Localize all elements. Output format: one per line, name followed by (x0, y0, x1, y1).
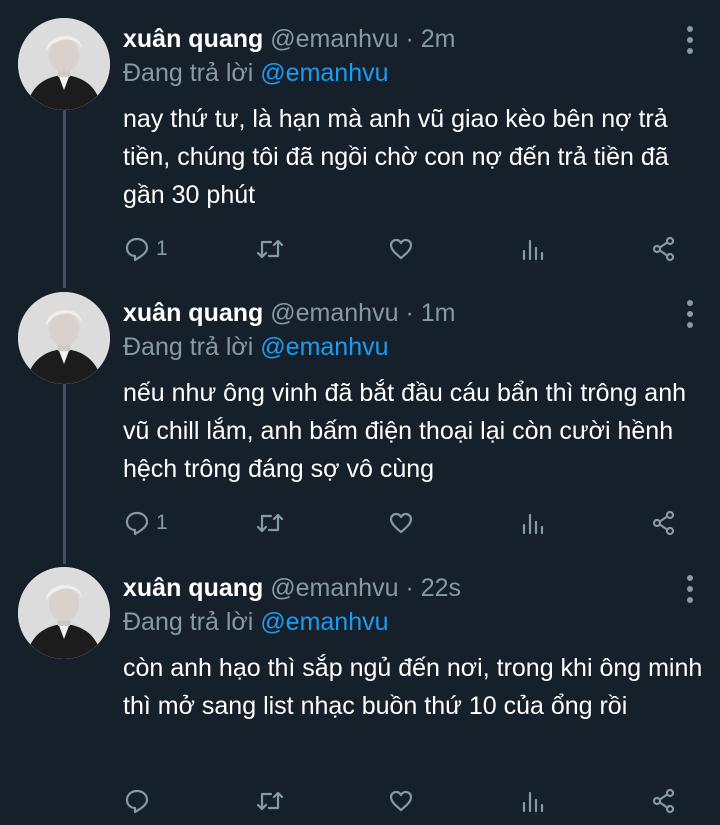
more-vertical-icon[interactable] (686, 575, 694, 603)
more-vertical-icon[interactable] (686, 300, 694, 328)
more-vertical-icon[interactable] (686, 26, 694, 54)
tweet-text: nếu như ông vinh đã bắt đầu cáu bẩn thì … (123, 379, 687, 483)
dot-separator: · (405, 574, 414, 602)
retweet-icon (256, 791, 284, 811)
retweet-button[interactable] (256, 232, 284, 266)
author-name[interactable]: xuân quang (123, 574, 263, 602)
replying-to: Đang trả lời @emanhvu (123, 332, 389, 362)
dot-separator: · (405, 25, 414, 53)
replying-to-label: Đang trả lời (123, 59, 254, 87)
timestamp[interactable]: 2m (421, 25, 456, 53)
author-name[interactable]: xuân quang (123, 299, 263, 327)
avatar[interactable] (18, 567, 110, 659)
tweet-header: xuân quang @emanhvu · 1m (123, 298, 670, 328)
analytics-button[interactable] (520, 232, 546, 266)
tweet[interactable]: xuân quang @emanhvu · 22s Đang trả lời @… (0, 567, 720, 825)
like-button[interactable] (388, 232, 414, 266)
replying-to: Đang trả lời @emanhvu (123, 607, 389, 637)
share-button[interactable] (651, 506, 677, 540)
tweet-text: còn anh hạo thì sắp ngủ đến nơi, trong k… (123, 654, 703, 720)
reply-button[interactable]: 1 (124, 232, 168, 266)
author-name[interactable]: xuân quang (123, 25, 263, 53)
analytics-icon (522, 791, 544, 813)
like-button[interactable] (388, 506, 414, 540)
timestamp[interactable]: 22s (421, 574, 461, 602)
analytics-button[interactable] (520, 784, 546, 818)
author-handle[interactable]: @emanhvu (270, 25, 398, 53)
action-bar: 1 (0, 506, 720, 540)
analytics-icon (522, 239, 544, 261)
heart-icon (389, 512, 413, 534)
reply-icon (125, 237, 149, 262)
action-bar (0, 784, 720, 818)
replying-to-label: Đang trả lời (123, 333, 254, 361)
share-button[interactable] (651, 784, 677, 818)
replying-to-handle[interactable]: @emanhvu (260, 59, 388, 87)
replying-to: Đang trả lời @emanhvu (123, 58, 389, 88)
author-handle[interactable]: @emanhvu (270, 574, 398, 602)
tweet-header: xuân quang @emanhvu · 22s (123, 573, 670, 603)
retweet-icon (256, 239, 284, 259)
heart-icon (389, 790, 413, 812)
share-icon (652, 236, 675, 262)
avatar[interactable] (18, 18, 110, 110)
author-handle[interactable]: @emanhvu (270, 299, 398, 327)
like-button[interactable] (388, 784, 414, 818)
tweet-header: xuân quang @emanhvu · 2m (123, 24, 670, 54)
heart-icon (389, 238, 413, 260)
reply-button[interactable]: 1 (124, 506, 168, 540)
share-button[interactable] (651, 232, 677, 266)
share-icon (652, 788, 675, 814)
action-bar: 1 (0, 232, 720, 266)
retweet-icon (256, 513, 284, 533)
tweet[interactable]: xuân quang @emanhvu · 1m Đang trả lời @e… (0, 292, 720, 552)
replying-to-handle[interactable]: @emanhvu (260, 333, 388, 361)
avatar[interactable] (18, 292, 110, 384)
retweet-button[interactable] (256, 506, 284, 540)
retweet-button[interactable] (256, 784, 284, 818)
reply-button[interactable] (124, 784, 156, 818)
tweet[interactable]: xuân quang @emanhvu · 2m Đang trả lời @e… (0, 18, 720, 278)
share-icon (652, 510, 675, 536)
analytics-button[interactable] (520, 506, 546, 540)
timestamp[interactable]: 1m (421, 299, 456, 327)
reply-icon (125, 789, 149, 814)
replying-to-label: Đang trả lời (123, 608, 254, 636)
reply-count: 1 (156, 511, 168, 534)
reply-icon (125, 511, 149, 536)
dot-separator: · (405, 299, 414, 327)
analytics-icon (522, 513, 544, 535)
reply-count: 1 (156, 237, 168, 260)
replying-to-handle[interactable]: @emanhvu (260, 608, 388, 636)
tweet-text: nay thứ tư, là hạn mà anh vũ giao kèo bê… (123, 105, 669, 209)
